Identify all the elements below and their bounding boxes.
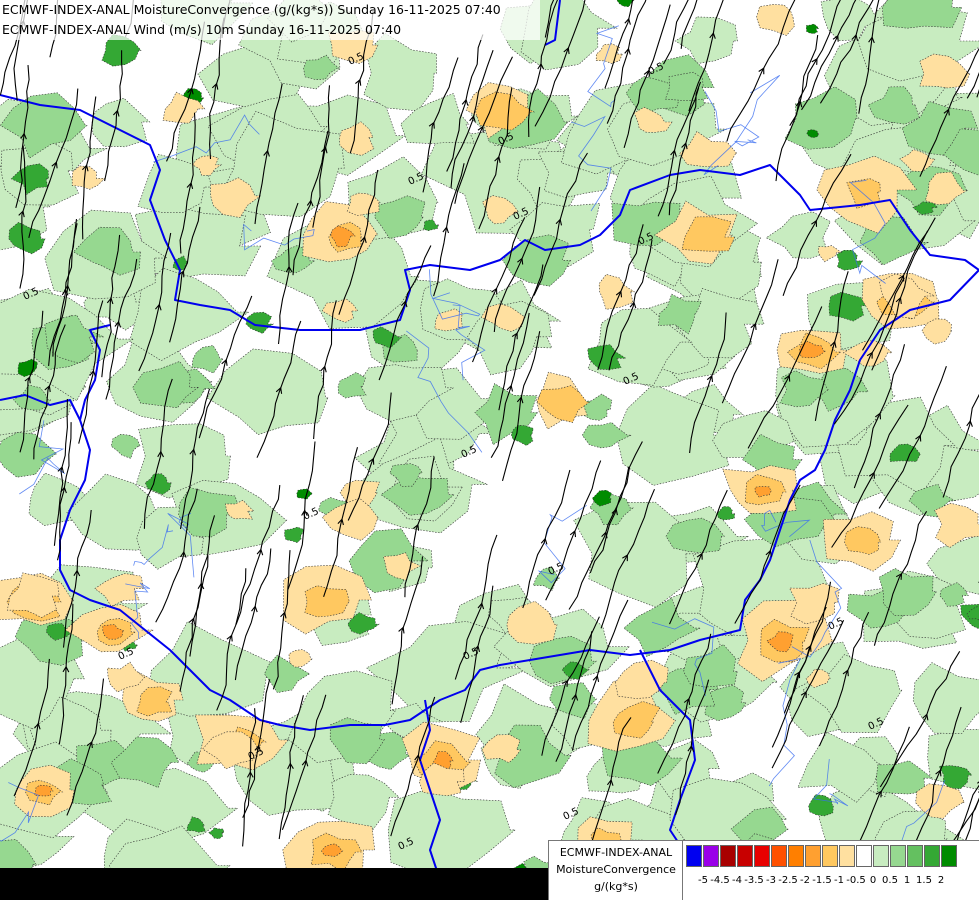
legend-swatch	[941, 845, 957, 867]
divergence-area	[71, 165, 106, 190]
legend-swatch	[839, 845, 855, 867]
legend-swatch	[856, 845, 872, 867]
divergence-area	[789, 582, 840, 625]
legend-swatch	[754, 845, 770, 867]
legend-tick-label: -5	[698, 875, 708, 886]
legend-swatch	[720, 845, 736, 867]
convergence-area	[337, 372, 367, 399]
legend-tick-label: -2.5	[778, 875, 798, 886]
bottom-bar	[0, 868, 548, 900]
divergence-area	[919, 53, 971, 89]
legend-ticks: -5 -4.5 -4 -3.5 -3 -2.5 -2 -1.5 -1 -0.5 0 0.5 1 1.5 2	[686, 875, 978, 889]
legend-swatch	[907, 845, 923, 867]
legend-tick-label: -4	[732, 875, 742, 886]
legend-tick-label: -1.5	[812, 875, 832, 886]
legend-tick-label: -2	[800, 875, 810, 886]
legend-swatch	[686, 845, 702, 867]
divergence-area	[304, 585, 350, 618]
legend-swatch	[924, 845, 940, 867]
legend-swatch	[805, 845, 821, 867]
legend-tick-label: 0.5	[882, 875, 898, 886]
legend-swatch	[890, 845, 906, 867]
convergence-area	[423, 219, 439, 232]
convergence-area	[805, 23, 820, 34]
legend-model: ECMWF-INDEX-ANAL	[559, 846, 673, 859]
legend-tick-label: -3.5	[744, 875, 764, 886]
weather-map[interactable]: 0.5 0.5 0.5 0.5 0.5 0.5 0.5 0.5 0.5 0.5 0.5 0.5 0.5 0…	[0, 0, 979, 900]
legend-parameter: MoistureConvergence	[556, 863, 676, 876]
divergence-area	[756, 4, 795, 36]
legend-swatches	[686, 845, 958, 867]
legend-tick-label: 0	[869, 875, 877, 886]
divergence-area	[288, 649, 313, 668]
title-line-moisture: ECMWF-INDEX-ANAL MoistureConvergence (g/…	[2, 2, 501, 17]
convergence-area	[296, 488, 314, 500]
convergence-area	[284, 526, 305, 543]
legend-tick-label: 1	[903, 875, 911, 886]
legend-tick-label: 1.5	[916, 875, 932, 886]
convergence-area	[110, 433, 141, 459]
divergence-area	[598, 274, 636, 310]
legend-swatch	[737, 845, 753, 867]
convergence-area	[207, 827, 225, 840]
convergence-area	[836, 250, 864, 271]
legend-divider	[682, 841, 683, 900]
convergence-area	[387, 787, 516, 878]
legend-swatch	[788, 845, 804, 867]
color-legend: ECMWF-INDEX-ANAL MoistureConvergence g/(…	[548, 840, 979, 900]
legend-swatch	[771, 845, 787, 867]
convergence-area	[808, 794, 834, 817]
legend-swatch	[873, 845, 889, 867]
convergence-area	[0, 432, 58, 478]
contour-label: 0.5	[827, 616, 846, 633]
convergence-area	[882, 0, 963, 29]
divergence-area	[817, 245, 843, 263]
legend-tick-label: -4.5	[710, 875, 730, 886]
legend-swatch	[822, 845, 838, 867]
legend-unit: g/(kg*s)	[594, 880, 638, 893]
legend-tick-label: -0.5	[846, 875, 866, 886]
title-line-wind: ECMWF-INDEX-ANAL Wind (m/s) 10m Sunday 1…	[2, 22, 402, 37]
map-title: ECMWF-INDEX-ANAL MoistureConvergence (g/…	[0, 0, 540, 40]
moisture-convergence-map: 0.50.50.50.50.50.50.50.50.50.50.50.50.50…	[0, 0, 979, 900]
legend-tick-label: -3	[766, 875, 776, 886]
legend-tick-label: 2	[937, 875, 945, 886]
legend-title: ECMWF-INDEX-ANAL MoistureConvergence g/(…	[552, 844, 680, 895]
legend-swatch	[703, 845, 719, 867]
convergence-area	[363, 32, 437, 112]
legend-tick-label: -1	[834, 875, 844, 886]
divergence-area	[34, 784, 54, 797]
